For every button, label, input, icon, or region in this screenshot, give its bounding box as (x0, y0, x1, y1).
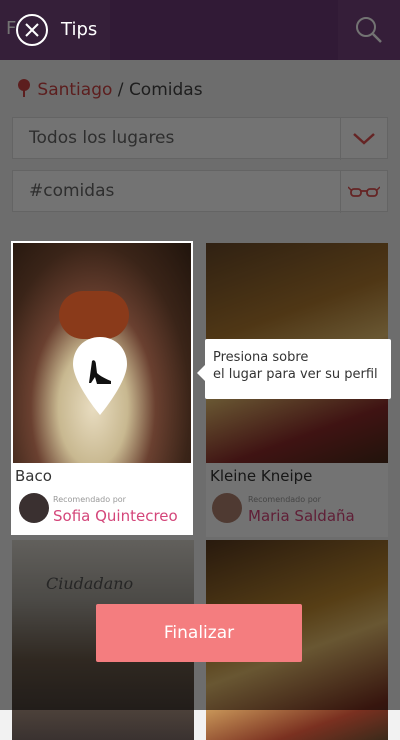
place-name: Baco (15, 467, 52, 485)
tag-field-value: #comidas (29, 181, 115, 201)
tips-title: Tips (61, 19, 98, 40)
tooltip-line-1: Presiona sobre (213, 350, 309, 365)
place-marker-pin (71, 335, 129, 421)
breadcrumb-separator: / (117, 80, 124, 100)
breadcrumb-category: Comidas (128, 80, 203, 100)
recommender-name[interactable]: Maria Saldaña (248, 507, 355, 525)
tip-tooltip: Presiona sobre el lugar para ver su perf… (197, 339, 391, 399)
recommended-by-label: Recomendado por (53, 495, 126, 504)
tooltip-line-2: el lugar para ver su perfil (213, 367, 378, 382)
chevron-down-icon (340, 118, 387, 160)
finalize-button[interactable]: Finalizar (96, 604, 302, 662)
place-select[interactable]: Todos los lugares (12, 117, 388, 160)
breadcrumb: Santiago / Comidas (16, 78, 203, 100)
header-title: F (6, 18, 17, 39)
breadcrumb-city[interactable]: Santiago (37, 80, 112, 100)
glasses-icon (340, 171, 387, 213)
recommender-name[interactable]: Sofia Quintecreo (53, 507, 178, 525)
avatar (212, 493, 242, 523)
sign-text: Ciudadano (46, 574, 134, 593)
close-icon (25, 23, 39, 37)
search-button[interactable] (338, 0, 400, 60)
tag-field[interactable]: #comidas (12, 170, 388, 213)
avatar (19, 493, 49, 523)
place-select-value: Todos los lugares (29, 128, 175, 148)
food-dish (59, 291, 129, 339)
search-icon (356, 17, 382, 43)
close-tips-button[interactable] (16, 14, 48, 46)
location-pin-icon (18, 79, 30, 97)
app-header: F (0, 0, 400, 60)
recommended-by-label: Recomendado por (248, 495, 321, 504)
place-name: Kleine Kneipe (210, 467, 313, 485)
